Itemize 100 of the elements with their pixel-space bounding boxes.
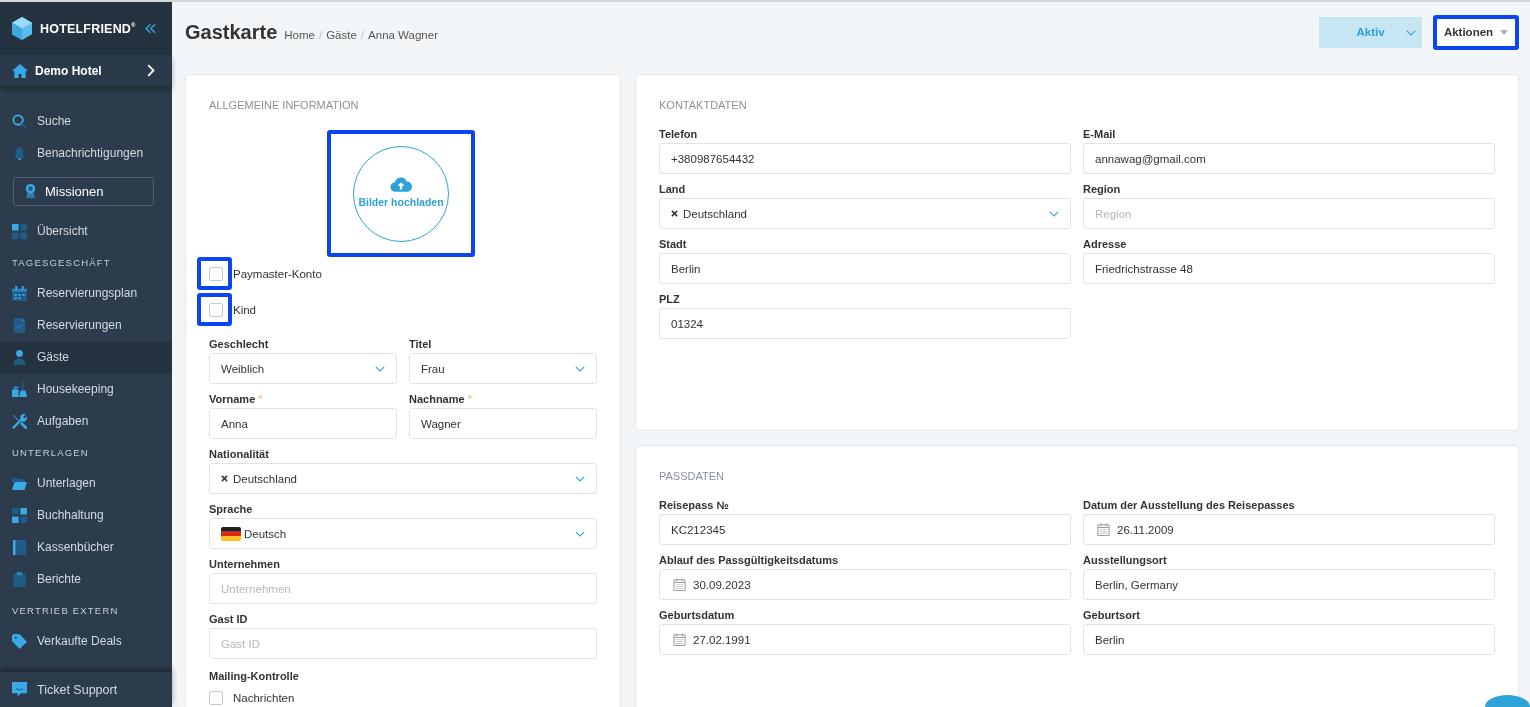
caret-down-icon: [1500, 29, 1509, 35]
nav-item[interactable]: Unterlagen: [0, 467, 172, 499]
breadcrumb-separator: /: [360, 28, 365, 41]
dropdown[interactable]: Deutschland: [209, 463, 597, 494]
field-label: Unternehmen: [209, 557, 280, 571]
field-label: Adresse: [1083, 237, 1127, 251]
nav-item[interactable]: Reservierungsplan: [0, 277, 172, 309]
brand-name: HOTELFRIEND$^{®}$: [40, 21, 136, 36]
actions-button[interactable]: Aktionen: [1437, 18, 1515, 46]
chevron-down-icon: [575, 365, 585, 372]
text-field[interactable]: Friedrichstrasse 48: [1083, 253, 1495, 284]
bell-icon: [12, 145, 27, 161]
nav-item[interactable]: Gäste: [0, 341, 172, 373]
nav-item[interactable]: Reservierungen: [0, 309, 172, 341]
checkbox-label: Nachrichten: [233, 692, 295, 704]
field-label: Ablauf des Passgültigkeitsdatums: [659, 553, 839, 567]
text-field[interactable]: Region: [1083, 198, 1495, 229]
date-field[interactable]: 27.02.1991: [659, 624, 1071, 655]
text-field[interactable]: Anna: [209, 408, 397, 439]
text-field[interactable]: KC212345: [659, 514, 1071, 545]
checkbox-label: Kind: [233, 303, 257, 316]
remove-icon[interactable]: [671, 210, 678, 217]
chevron-down-icon: [575, 475, 585, 482]
card-title: PASSDATEN: [659, 469, 725, 483]
missions-button[interactable]: Missionen: [13, 177, 154, 206]
dropdown[interactable]: Weiblich: [209, 353, 397, 384]
grid-icon: [12, 223, 27, 239]
field-label: Geburtsort: [1083, 608, 1140, 622]
page-title: Gastkarte: [185, 20, 278, 44]
remove-icon[interactable]: [221, 475, 228, 482]
date-field[interactable]: 30.09.2023: [659, 569, 1071, 600]
checkbox[interactable]: [209, 302, 223, 317]
field-label: Region: [1083, 182, 1121, 196]
field-label: Geburtsdatum: [659, 608, 735, 622]
field-label: Geschlecht: [209, 337, 269, 351]
nav-item[interactable]: Buchhaltung: [0, 499, 172, 531]
german-flag-icon: [221, 526, 241, 541]
field-label: PLZ: [659, 292, 680, 306]
field-label: Vorname *: [209, 392, 263, 406]
nav-item[interactable]: Housekeeping: [0, 373, 172, 405]
field-label: Nationalität: [209, 447, 269, 461]
cube-logo-icon: [12, 17, 32, 40]
card-title: ALLGEMEINE INFORMATION: [209, 98, 360, 112]
field-label: Datum der Ausstellung des Reisepasses: [1083, 498, 1295, 512]
ribbon-icon: [23, 184, 38, 199]
date-field[interactable]: 26.11.2009: [1083, 514, 1495, 545]
search-icon: [12, 113, 27, 129]
field-label: Land: [659, 182, 686, 196]
person-icon: [12, 349, 27, 365]
field-label: E-Mail: [1083, 127, 1116, 141]
folder-icon: [12, 475, 27, 491]
tag-icon: [12, 633, 27, 649]
checkbox[interactable]: [209, 691, 223, 705]
chevron-down-icon: [575, 530, 585, 537]
dropdown[interactable]: Deutsch: [209, 518, 597, 549]
text-field[interactable]: Berlin: [659, 253, 1071, 284]
calculator-icon: [12, 507, 27, 523]
spray-bottle-icon: [12, 381, 27, 397]
chat-icon: [12, 682, 27, 697]
calendar-icon: [673, 633, 686, 646]
chevron-down-icon: [1406, 29, 1416, 36]
text-field[interactable]: Gast ID: [209, 628, 597, 659]
calendar-icon: [12, 285, 27, 301]
text-field[interactable]: Wagner: [409, 408, 597, 439]
text-field[interactable]: annawag@gmail.com: [1083, 143, 1495, 174]
field-label: Mailing-Kontrolle: [209, 669, 300, 683]
collapse-icon[interactable]: [145, 23, 156, 34]
section-heading: VERTRIEB EXTERN: [11, 603, 120, 618]
chevron-down-icon: [1049, 210, 1059, 217]
text-field[interactable]: Berlin: [1083, 624, 1495, 655]
text-field[interactable]: Unternehmen: [209, 573, 597, 604]
field-label: Nachname *: [409, 392, 472, 406]
nav-item[interactable]: Aufgaben: [0, 405, 172, 437]
field-label: Gast ID: [209, 612, 248, 626]
field-label: Titel: [409, 337, 432, 351]
tools-icon: [12, 413, 27, 429]
nav-item[interactable]: Verkaufte Deals: [0, 625, 172, 657]
house-icon: [12, 63, 28, 78]
text-field[interactable]: 01324: [659, 308, 1071, 339]
chevron-right-icon: [147, 64, 155, 77]
nav-item[interactable]: Benachrichtigungen: [0, 137, 172, 169]
field-label: Sprache: [209, 502, 253, 516]
breadcrumb-link[interactable]: Home: [284, 28, 315, 41]
nav-item[interactable]: Kassenbücher: [0, 531, 172, 563]
breadcrumb-separator: /: [318, 28, 323, 41]
breadcrumb-link[interactable]: Gäste: [326, 28, 357, 41]
calendar-icon: [673, 578, 686, 591]
dropdown[interactable]: Frau: [409, 353, 597, 384]
checkbox[interactable]: [209, 266, 223, 281]
hotel-switcher[interactable]: Demo Hotel: [0, 55, 172, 86]
dropdown[interactable]: Deutschland: [659, 198, 1071, 229]
calendar-icon: [1097, 523, 1110, 536]
nav-item[interactable]: Suche: [0, 105, 172, 137]
text-field[interactable]: +380987654432: [659, 143, 1071, 174]
nav-item[interactable]: Berichte: [0, 563, 172, 595]
field-label: Telefon: [659, 127, 698, 141]
text-field[interactable]: Berlin, Germany: [1083, 569, 1495, 600]
nav-item[interactable]: Übersicht: [0, 215, 172, 247]
field-label: Reisepass №: [659, 498, 729, 512]
ticket-support-button[interactable]: Ticket Support: [0, 672, 172, 707]
